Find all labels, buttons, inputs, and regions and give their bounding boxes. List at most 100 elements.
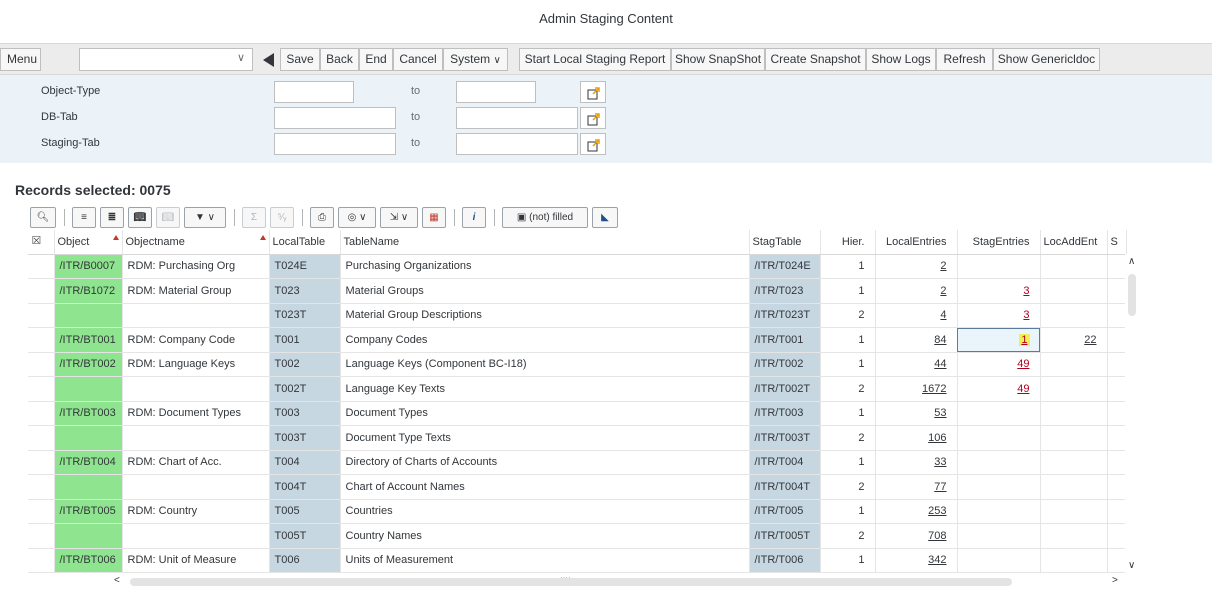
scroll-right-icon[interactable]: > [1112,575,1118,586]
column-header-stagentries[interactable]: StagEntries [957,230,1041,255]
table-row[interactable]: /ITR/B0007 RDM: Purchasing Org T024E Purcha… [28,254,1127,279]
column-header-objectname[interactable]: Objectname [122,230,270,255]
show-logs-button[interactable]: Show Logs [866,48,936,71]
table-row[interactable]: T005T Country Names/ITR/T005T 2 708 [28,523,1127,549]
cell-localentries[interactable]: 2 [875,278,958,304]
cell-hotspot-link[interactable]: 708 [928,530,946,542]
cell-hotspot-link[interactable]: 1 [1019,333,1030,346]
layout-button[interactable]: ▦ [422,207,446,228]
cell-stagentries[interactable]: 3 [957,278,1041,304]
cell-stagentries[interactable]: 1 [957,327,1041,353]
table-row[interactable]: T002T Language Key Texts/ITR/T002T 2 1672 49 [28,376,1127,402]
multiple-selection-button[interactable] [580,133,606,155]
system-button[interactable]: System ∨ [443,48,508,71]
column-header-stagtable[interactable]: StagTable [749,230,821,255]
refresh-button[interactable]: Refresh [936,48,993,71]
cell-hotspot-link[interactable]: 3 [1023,285,1029,297]
back-button[interactable]: Back [320,48,359,71]
horizontal-scroll-thumb[interactable]: ···· [130,573,1012,586]
cell-hotspot-link[interactable]: 106 [928,432,946,444]
vertical-scrollbar[interactable]: ∧ ∨ [1125,254,1140,576]
table-row[interactable]: /ITR/BT001 RDM: Company Code T001 Company C… [28,327,1127,353]
column-header-tablename[interactable]: TableName [340,230,750,255]
create-snapshot-button[interactable]: Create Snapshot [765,48,866,71]
row-selector[interactable] [28,327,55,353]
cell-stagentries[interactable]: 49 [957,376,1041,402]
row-selector[interactable] [28,352,55,377]
scroll-left-icon[interactable]: < [114,575,120,586]
cell-hotspot-link[interactable]: 84 [934,334,946,346]
cell-localentries[interactable]: 253 [875,499,958,524]
db-tab-from-input[interactable] [274,107,396,129]
total-button[interactable]: Σ [242,207,266,228]
subtotal-button[interactable]: ⁵⁄ᵧ [270,207,294,228]
staging-tab-to-input[interactable] [456,133,578,155]
row-selector[interactable] [28,376,55,402]
show-genericldoc-button[interactable]: Show Genericldoc [993,48,1100,71]
cell-localentries[interactable]: 44 [875,352,958,377]
table-row[interactable]: /ITR/BT006 RDM: Unit of Measure T006 Units … [28,548,1127,573]
row-selector[interactable] [28,450,55,475]
multiple-selection-button[interactable] [580,81,606,103]
cell-hotspot-link[interactable]: 3 [1023,309,1029,321]
export-button[interactable]: ⇲ ∨ [380,207,418,228]
row-selector[interactable] [28,278,55,304]
not-filled-button[interactable]: ▣ (not) filled [502,207,588,228]
cell-locaddent[interactable]: 22 [1040,327,1108,353]
find-next-button[interactable]: 📖︎ [156,207,180,228]
select-all-button[interactable]: ⮽ [28,230,55,255]
column-header-hier[interactable]: Hier. [820,230,876,255]
column-header-localtable[interactable]: LocalTable [269,230,341,255]
column-header-localentries[interactable]: LocalEntries [875,230,958,255]
cell-localentries[interactable]: 84 [875,327,958,353]
column-header-object[interactable]: Object [54,230,123,255]
scroll-down-icon[interactable]: ∨ [1128,560,1135,571]
cell-localentries[interactable]: 4 [875,303,958,328]
cell-hotspot-link[interactable]: 49 [1017,358,1029,370]
row-selector[interactable] [28,303,55,328]
cell-hotspot-link[interactable]: 342 [928,554,946,566]
object-type-to-input[interactable] [456,81,536,103]
save-button[interactable]: Save [280,48,320,71]
cell-localentries[interactable]: 708 [875,523,958,549]
cell-hotspot-link[interactable]: 2 [940,285,946,297]
cell-hotspot-link[interactable]: 53 [934,407,946,419]
object-type-from-input[interactable] [274,81,354,103]
cell-localentries[interactable]: 342 [875,548,958,573]
details-button[interactable]: 🔍︎ [30,207,56,228]
menu-button[interactable]: Menu ∨ [0,48,41,71]
chart-button[interactable]: ◣ [592,207,618,228]
sort-ascending-button[interactable]: ≡ [72,207,96,228]
start-local-staging-report-button[interactable]: Start Local Staging Report [519,48,671,71]
column-header-locaddent[interactable]: LocAddEnt [1040,230,1108,255]
staging-tab-from-input[interactable] [274,133,396,155]
find-button[interactable]: 📖︎ [128,207,152,228]
cell-hotspot-link[interactable]: 4 [940,309,946,321]
information-button[interactable]: i [462,207,486,228]
row-selector[interactable] [28,548,55,573]
scroll-up-icon[interactable]: ∧ [1128,256,1135,267]
filter-button[interactable]: ▼ ∨ [184,207,226,228]
cell-hotspot-link[interactable]: 22 [1084,334,1096,346]
cell-hotspot-link[interactable]: 253 [928,505,946,517]
cell-hotspot-link[interactable]: 1672 [922,383,946,395]
show-snapshot-button[interactable]: Show SnapShot [671,48,765,71]
cell-localentries[interactable]: 1672 [875,376,958,402]
cell-hotspot-link[interactable]: 77 [934,481,946,493]
row-selector[interactable] [28,499,55,524]
row-selector[interactable] [28,401,55,426]
row-selector[interactable] [28,425,55,451]
table-row[interactable]: T004T Chart of Account Names/ITR/T004T 2 77 [28,474,1127,500]
cancel-button[interactable]: Cancel [393,48,443,71]
table-row[interactable]: /ITR/BT003 RDM: Document Types T003 Documen… [28,401,1127,426]
sort-descending-button[interactable]: ≣ [100,207,124,228]
multiple-selection-button[interactable] [580,107,606,129]
cell-localentries[interactable]: 106 [875,425,958,451]
table-row[interactable]: /ITR/BT002 RDM: Language Keys T002 Language… [28,352,1127,377]
cell-stagentries[interactable]: 3 [957,303,1041,328]
cell-localentries[interactable]: 2 [875,254,958,279]
cell-localentries[interactable]: 33 [875,450,958,475]
cell-localentries[interactable]: 53 [875,401,958,426]
views-button[interactable]: ◎ ∨ [338,207,376,228]
cell-stagentries[interactable]: 49 [957,352,1041,377]
